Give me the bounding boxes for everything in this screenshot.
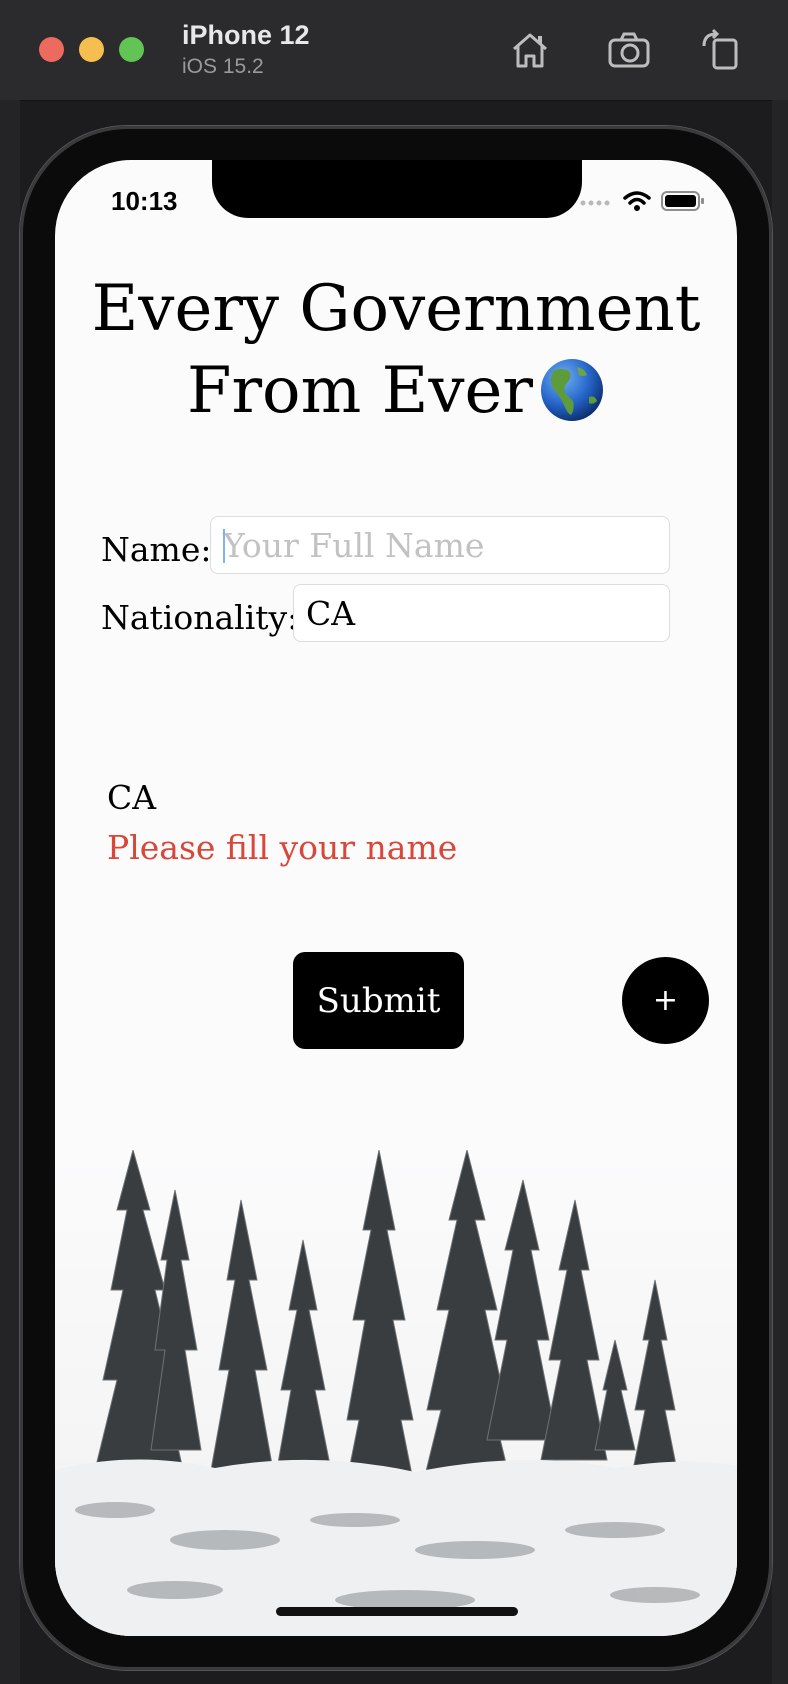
device-name: iPhone 12 (182, 20, 310, 50)
battery-icon (661, 191, 704, 211)
nationality-value: CA (306, 593, 356, 633)
title-line-1: Every Government (91, 272, 701, 346)
name-field[interactable]: Your Full Name (210, 516, 670, 574)
snowy-forest-background-image (55, 1150, 737, 1636)
page-title: Every Government From Ever (55, 268, 737, 432)
signal-icon (580, 200, 610, 206)
minimize-window-button[interactable] (79, 37, 104, 62)
add-button[interactable]: + (622, 957, 709, 1044)
home-icon[interactable] (508, 28, 552, 72)
close-window-button[interactable] (39, 37, 64, 62)
text-caret (223, 529, 225, 563)
notch (212, 160, 582, 218)
background-editor-right (772, 100, 788, 1684)
name-label: Name: (101, 530, 212, 569)
device-screen: 10:13 Every Government From Ever Name: Y… (55, 160, 737, 1636)
simulator-titlebar: iPhone 12 iOS 15.2 (0, 0, 788, 101)
title-line-2: From Ever (187, 354, 533, 428)
home-indicator[interactable] (276, 1607, 518, 1616)
wifi-icon (623, 191, 651, 211)
nationality-field[interactable]: CA (293, 584, 670, 642)
zoom-window-button[interactable] (119, 37, 144, 62)
submit-button[interactable]: Submit (293, 952, 464, 1049)
status-time: 10:13 (111, 186, 178, 216)
name-placeholder: Your Full Name (223, 525, 485, 565)
rotate-icon[interactable] (698, 28, 742, 72)
device-os-version: iOS 15.2 (182, 55, 264, 78)
background-editor-left (0, 100, 20, 1684)
status-icons (579, 190, 705, 212)
nationality-echo-text: CA (107, 778, 157, 817)
nationality-label: Nationality: (101, 598, 299, 637)
validation-error-text: Please fill your name (107, 828, 458, 867)
globe-americas-icon (540, 358, 603, 421)
screenshot-camera-icon[interactable] (607, 28, 651, 72)
